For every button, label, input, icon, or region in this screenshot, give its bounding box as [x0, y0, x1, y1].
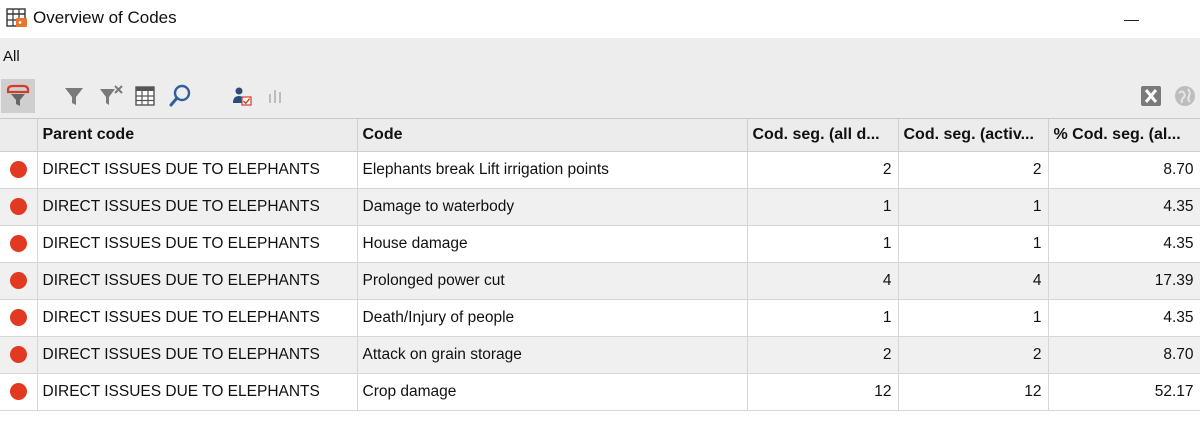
pct-cod-seg-cell: 4.35: [1048, 225, 1200, 263]
cod-seg-all-cell: 1: [747, 188, 899, 226]
code-color-dot: [9, 271, 27, 289]
codes-table: Parent code Code Cod. seg. (all d... Cod…: [0, 118, 1200, 426]
clear-filter-icon: [98, 85, 124, 107]
table-row[interactable]: DIRECT ISSUES DUE TO ELEPHANTS House dam…: [0, 225, 1200, 263]
user-check-button[interactable]: [225, 79, 259, 113]
web-export-icon: [1173, 84, 1197, 108]
filter-icon: [63, 85, 85, 107]
table-row[interactable]: DIRECT ISSUES DUE TO ELEPHANTS Damage to…: [0, 188, 1200, 226]
cod-seg-active-cell: 2: [898, 336, 1049, 374]
web-export-button[interactable]: [1168, 79, 1200, 113]
pct-cod-seg-cell: 17.39: [1048, 262, 1200, 300]
user-check-icon: [231, 85, 253, 107]
cod-seg-active-cell: 12: [898, 373, 1049, 411]
header-pct-cod-seg[interactable]: % Cod. seg. (al...: [1048, 119, 1200, 152]
code-cell: Damage to waterbody: [357, 188, 748, 226]
table-row[interactable]: DIRECT ISSUES DUE TO ELEPHANTS Prolonged…: [0, 262, 1200, 300]
code-color-dot: [9, 234, 27, 252]
minimize-button[interactable]: [1108, 0, 1154, 38]
code-color-dot: [9, 197, 27, 215]
cod-seg-active-cell: 1: [898, 225, 1049, 263]
columns-icon: [134, 85, 156, 107]
excel-export-button[interactable]: [1134, 79, 1168, 113]
cod-seg-all-cell: 2: [747, 151, 899, 189]
code-cell: House damage: [357, 225, 748, 263]
header-cod-seg-all[interactable]: Cod. seg. (all d...: [747, 119, 899, 152]
pct-cod-seg-cell: 8.70: [1048, 151, 1200, 189]
pct-cod-seg-cell: 52.17: [1048, 373, 1200, 411]
code-color-dot: [9, 345, 27, 363]
parent-code-cell: DIRECT ISSUES DUE TO ELEPHANTS: [37, 262, 358, 300]
chart-button[interactable]: [258, 79, 292, 113]
table-row[interactable]: DIRECT ISSUES DUE TO ELEPHANTS Death/Inj…: [0, 299, 1200, 337]
chart-icon: [265, 86, 285, 106]
cod-seg-active-cell: 1: [898, 299, 1049, 337]
excel-export-icon: [1139, 84, 1163, 108]
parent-code-cell: DIRECT ISSUES DUE TO ELEPHANTS: [37, 336, 358, 374]
parent-code-cell: DIRECT ISSUES DUE TO ELEPHANTS: [37, 299, 358, 337]
cod-seg-all-cell: 1: [747, 299, 899, 337]
table-header: Parent code Code Cod. seg. (all d... Cod…: [0, 119, 1200, 152]
parent-code-cell: DIRECT ISSUES DUE TO ELEPHANTS: [37, 373, 358, 411]
code-cell: Death/Injury of people: [357, 299, 748, 337]
cod-seg-active-cell: 2: [898, 151, 1049, 189]
code-cell: Prolonged power cut: [357, 262, 748, 300]
header-parent-code[interactable]: Parent code: [37, 119, 358, 152]
clear-filter-button[interactable]: [94, 79, 128, 113]
search-icon: [168, 84, 192, 108]
cod-seg-all-cell: 4: [747, 262, 899, 300]
code-filter-button[interactable]: [1, 79, 35, 113]
code-cell: Crop damage: [357, 373, 748, 411]
window-title: Overview of Codes: [33, 8, 177, 27]
parent-code-cell: DIRECT ISSUES DUE TO ELEPHANTS: [37, 225, 358, 263]
header-code[interactable]: Code: [357, 119, 748, 152]
code-color-dot: [9, 308, 27, 326]
header-cod-seg-active[interactable]: Cod. seg. (activ...: [898, 119, 1049, 152]
cod-seg-all-cell: 12: [747, 373, 899, 411]
toolbar: [0, 76, 1200, 118]
columns-button[interactable]: [128, 79, 162, 113]
code-cell: Attack on grain storage: [357, 336, 748, 374]
pct-cod-seg-cell: 4.35: [1048, 188, 1200, 226]
cod-seg-all-cell: 1: [747, 225, 899, 263]
pct-cod-seg-cell: 8.70: [1048, 336, 1200, 374]
tab-all[interactable]: All: [3, 48, 20, 65]
search-button[interactable]: [163, 79, 197, 113]
pct-cod-seg-cell: 4.35: [1048, 299, 1200, 337]
title-bar: Overview of Codes: [0, 0, 1200, 38]
filter-tab-bar: All: [0, 38, 1200, 76]
code-filter-icon: [5, 84, 31, 108]
table-row[interactable]: DIRECT ISSUES DUE TO ELEPHANTS Attack on…: [0, 336, 1200, 374]
cod-seg-active-cell: 1: [898, 188, 1049, 226]
table-row[interactable]: DIRECT ISSUES DUE TO ELEPHANTS Crop dama…: [0, 373, 1200, 411]
filter-button[interactable]: [57, 79, 91, 113]
code-color-dot: [9, 160, 27, 178]
code-cell: Elephants break Lift irrigation points: [357, 151, 748, 189]
code-color-dot: [9, 382, 27, 400]
cod-seg-active-cell: 4: [898, 262, 1049, 300]
code-table-icon: [6, 7, 28, 29]
header-color[interactable]: [0, 119, 38, 152]
parent-code-cell: DIRECT ISSUES DUE TO ELEPHANTS: [37, 151, 358, 189]
table-row[interactable]: DIRECT ISSUES DUE TO ELEPHANTS Elephants…: [0, 151, 1200, 189]
parent-code-cell: DIRECT ISSUES DUE TO ELEPHANTS: [37, 188, 358, 226]
cod-seg-all-cell: 2: [747, 336, 899, 374]
